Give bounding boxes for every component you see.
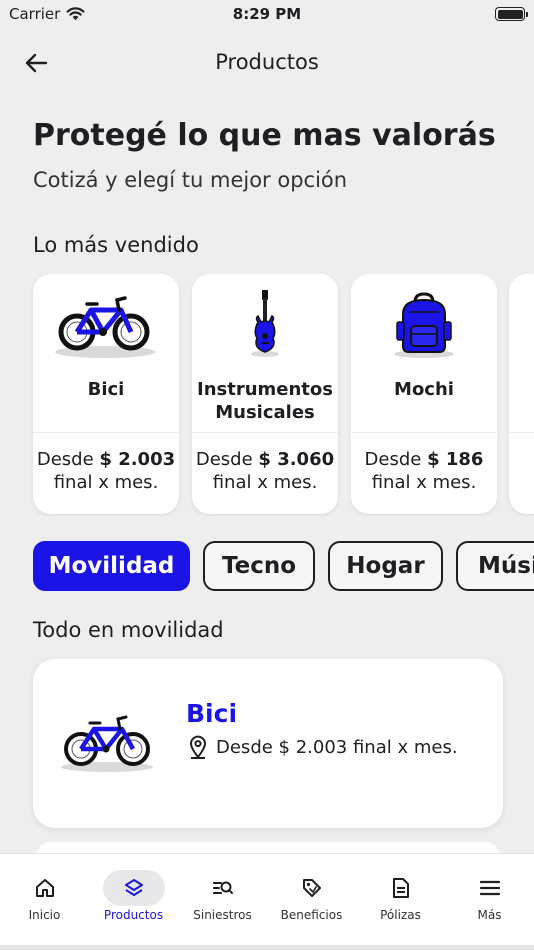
tab-polizas[interactable]: Pólizas — [356, 854, 445, 934]
card-title: Bici — [87, 379, 125, 400]
product-card-bici[interactable]: Bici Desde $ 2.003 final x mes. — [33, 659, 503, 828]
card-price: Desde $ 2.003 final x mes. — [36, 449, 176, 493]
tab-beneficios[interactable]: Beneficios — [267, 854, 356, 934]
card-divider — [192, 432, 338, 433]
backpack-icon — [351, 288, 497, 360]
product-description: Desde $ 2.003 final x mes. — [189, 735, 458, 759]
headline: Protegé lo que mas valorás — [33, 118, 496, 153]
home-icon — [35, 879, 54, 897]
document-icon — [392, 878, 409, 898]
tab-label: Pólizas — [380, 908, 421, 922]
chip-musica[interactable]: Músi — [456, 541, 534, 591]
bicycle-icon — [33, 288, 179, 360]
best-seller-card-instrumentos[interactable]: Instrumentos Musicales Desde $ 3.060 fin… — [192, 274, 338, 514]
tag-icon — [302, 879, 321, 897]
status-bar: Carrier 8:29 PM — [0, 0, 534, 28]
navigation-bar: Productos — [0, 38, 534, 88]
status-time: 8:29 PM — [232, 5, 302, 23]
tab-inicio[interactable]: Inicio — [0, 854, 89, 934]
card-divider — [351, 432, 497, 433]
subheadline: Cotizá y elegí tu mejor opción — [33, 168, 348, 192]
bicycle-icon — [57, 703, 157, 783]
category-section-title: Todo en movilidad — [33, 618, 224, 642]
card-divider — [33, 432, 179, 433]
location-pin-icon — [189, 735, 207, 759]
tab-bar: Inicio Productos Siniestros Beneficios P… — [0, 853, 534, 950]
best-seller-card-bici[interactable]: Bici Desde $ 2.003 final x mes. — [33, 274, 179, 514]
search-list-icon — [212, 881, 233, 894]
product-price-text: Desde $ 2.003 final x mes. — [216, 736, 458, 758]
tab-label: Siniestros — [193, 908, 252, 922]
card-title: Instrumentos Musicales — [197, 379, 333, 423]
tab-productos[interactable]: Productos — [89, 854, 178, 934]
home-indicator — [0, 945, 534, 950]
category-chips: Movilidad Tecno Hogar Músi — [0, 541, 534, 593]
card-price: Desde $ 186 final x mes. — [364, 449, 484, 493]
layers-icon — [124, 879, 143, 896]
tab-siniestros[interactable]: Siniestros — [178, 854, 267, 934]
tab-label: Más — [477, 908, 502, 922]
product-title: Bici — [186, 699, 238, 728]
chip-hogar[interactable]: Hogar — [328, 541, 443, 591]
card-divider — [509, 432, 534, 433]
battery-icon — [495, 7, 528, 21]
chip-movilidad[interactable]: Movilidad — [33, 541, 190, 591]
tab-label: Beneficios — [280, 908, 343, 922]
tab-label: Inicio — [28, 908, 61, 922]
best-seller-card-mochi[interactable]: Mochi Desde $ 186 final x mes. — [351, 274, 497, 514]
menu-icon — [479, 880, 500, 896]
chip-tecno[interactable]: Tecno — [203, 541, 315, 591]
guitar-icon — [192, 288, 338, 360]
tab-label: Productos — [103, 908, 164, 922]
best-sellers-title: Lo más vendido — [33, 233, 199, 257]
best-sellers-carousel[interactable]: Bici Desde $ 2.003 final x mes. Instrume… — [0, 274, 534, 516]
page-title: Productos — [215, 50, 319, 74]
card-price: Desde $ 3.060 final x mes. — [195, 449, 335, 493]
best-seller-card-partial[interactable] — [509, 274, 534, 514]
tab-mas[interactable]: Más — [445, 854, 534, 934]
card-title: Mochi — [394, 379, 454, 400]
